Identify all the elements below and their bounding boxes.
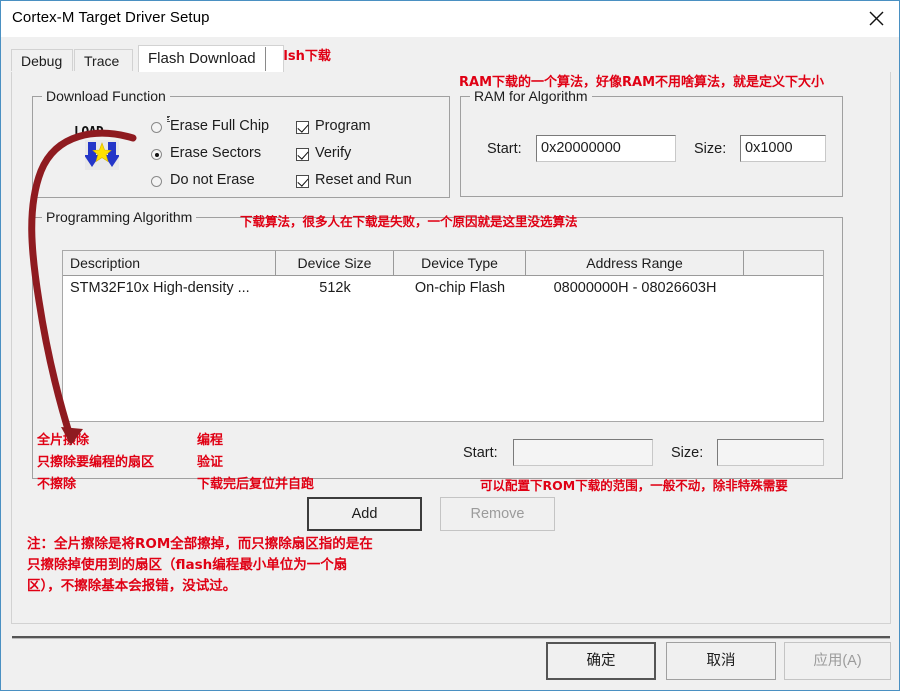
title-bar: Cortex-M Target Driver Setup: [1, 1, 899, 37]
radio-indicator: [151, 149, 162, 160]
column-header-device-size[interactable]: Device Size: [276, 251, 394, 275]
tab-strip: Debug Trace Flash Download: [11, 45, 891, 72]
cancel-button[interactable]: 取消: [666, 642, 776, 680]
range-start-label: Start:: [463, 445, 498, 461]
tab-trace[interactable]: Trace: [74, 49, 133, 71]
table-row[interactable]: STM32F10x High-density ... 512k On-chip …: [63, 277, 823, 299]
checkbox-indicator: [296, 148, 309, 161]
text-caret: [265, 47, 266, 71]
column-header-device-type[interactable]: Device Type: [394, 251, 526, 275]
range-start-input[interactable]: [513, 439, 653, 466]
group-title-programming-algorithm: Programming Algorithm: [42, 209, 197, 225]
ram-size-input[interactable]: 0x1000: [740, 135, 826, 162]
load-icon-label: LOAD: [74, 125, 104, 140]
ok-button[interactable]: 确定: [546, 642, 656, 680]
load-icon-graphic: [84, 140, 120, 170]
page-title: Cortex-M Target Driver Setup: [12, 9, 210, 26]
close-icon[interactable]: [853, 1, 899, 36]
group-title-download-function: Download Function: [42, 88, 170, 104]
tab-debug[interactable]: Debug: [11, 49, 73, 71]
radio-label: Do not Erase: [170, 172, 255, 188]
checkbox-label: Verify: [315, 145, 352, 161]
cell-device-size: 512k: [319, 280, 351, 296]
ram-size-label: Size:: [694, 141, 727, 157]
ram-start-label: Start:: [487, 141, 522, 157]
add-button[interactable]: Add: [307, 497, 422, 531]
checkbox-indicator: [296, 121, 309, 134]
radio-indicator: [151, 122, 162, 133]
group-download-function: Download Function LOAD Erase Full Chip E…: [32, 88, 450, 198]
annotation-erase-column: 全片擦除 只擦除要编程的扇区 不擦除: [37, 433, 155, 492]
cell-device-type: On-chip Flash: [414, 280, 506, 296]
annotation-rom-range-note: 可以配置下ROM下载的范围，一般不动，除非特殊需要: [480, 478, 788, 493]
annotation-algorithm-note: 下载算法，很多人在下载是失败，一个原因就是这里没选算法: [240, 214, 578, 229]
focus-rectangle: [167, 116, 169, 122]
radio-label: Erase Sectors: [170, 145, 262, 161]
radio-indicator: [151, 176, 162, 187]
tab-flash-download[interactable]: Flash Download: [138, 45, 284, 72]
cell-description: STM32F10x High-density ...: [70, 280, 250, 296]
range-size-label: Size:: [671, 445, 704, 461]
checkbox-indicator: [296, 175, 309, 188]
dialog-window: Cortex-M Target Driver Setup Debug Trace…: [0, 0, 900, 691]
range-size-input[interactable]: [717, 439, 824, 466]
group-ram-for-algorithm: RAM for Algorithm Start: 0x20000000 Size…: [460, 88, 843, 197]
annotation-bottom-note: 注：全片擦除是将ROM全部擦掉，而只擦除扇区指的是在 只擦除掉使用到的扇区（fl…: [27, 536, 373, 594]
annotation-ram-note: RAM下载的一个算法，好像RAM不用啥算法，就是定义下大小: [459, 75, 825, 90]
radio-label: Erase Full Chip: [170, 118, 270, 134]
algorithm-table: Description Device Size Device Type Addr…: [62, 250, 824, 422]
column-header-description[interactable]: Description: [63, 251, 276, 275]
column-header-address-range[interactable]: Address Range: [526, 251, 744, 275]
load-icon: LOAD: [72, 125, 130, 173]
remove-button[interactable]: Remove: [440, 497, 555, 531]
checkbox-label: Program: [315, 118, 371, 134]
footer-separator: [12, 636, 890, 639]
apply-button[interactable]: 应用(A): [784, 642, 891, 680]
annotation-program-column: 编程 验证 下载完后复位并自跑: [197, 433, 315, 492]
cell-address-range: 08000000H - 08026603H: [553, 280, 717, 296]
column-header-extra[interactable]: [744, 251, 823, 275]
ram-start-input[interactable]: 0x20000000: [536, 135, 676, 162]
checkbox-label: Reset and Run: [315, 172, 412, 188]
tab-page-flash-download: Download Function LOAD Erase Full Chip E…: [11, 72, 891, 624]
table-header-row: Description Device Size Device Type Addr…: [63, 251, 823, 276]
